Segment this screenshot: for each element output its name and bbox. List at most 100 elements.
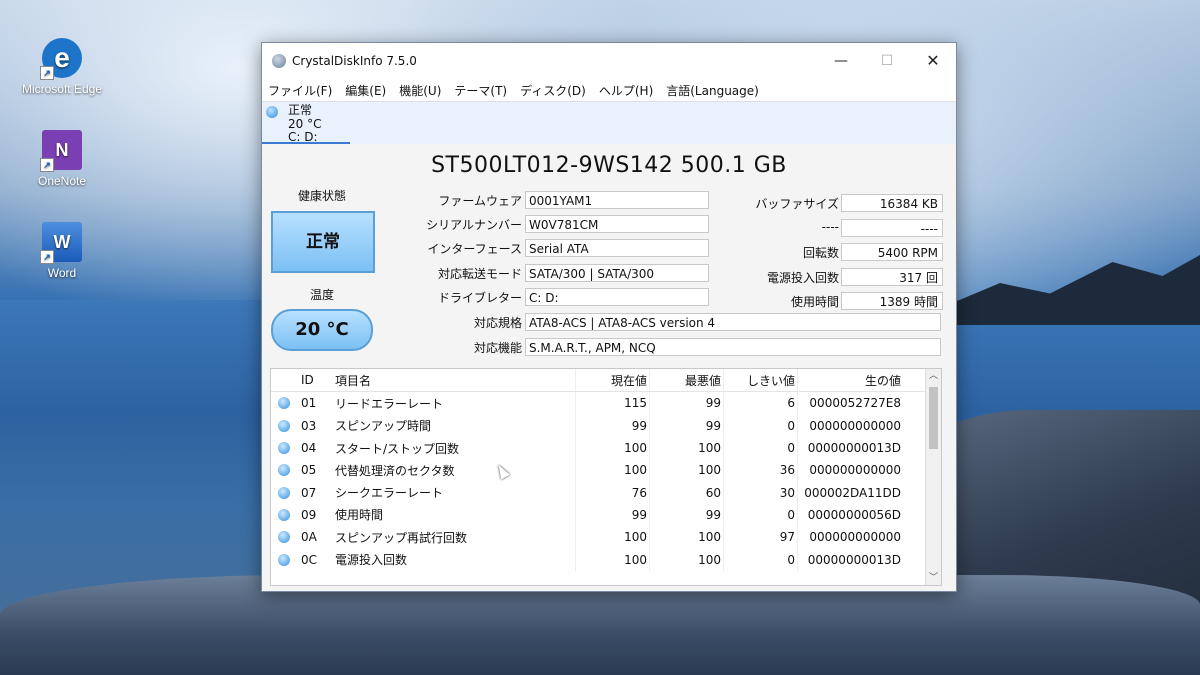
- status-good-icon: [278, 442, 290, 455]
- header-name[interactable]: 項目名: [335, 369, 576, 392]
- row-current: 100: [576, 459, 650, 482]
- table-row[interactable]: 01 リードエラーレート 115 99 6 0000052727E8: [271, 392, 941, 415]
- row-raw: 00000000013D: [807, 552, 901, 567]
- scroll-thumb[interactable]: [929, 387, 938, 449]
- row-worst: 60: [650, 481, 724, 504]
- row-raw: 000002DA11DD: [804, 485, 901, 500]
- row-worst: 99: [650, 503, 724, 527]
- row-raw: 00000000056D: [807, 507, 901, 522]
- row-worst: 99: [650, 414, 724, 437]
- header-raw[interactable]: 生の値: [798, 372, 905, 389]
- row-threshold: 0: [724, 503, 798, 527]
- minimize-button[interactable]: —: [818, 43, 864, 79]
- window-title: CrystalDiskInfo 7.5.0: [292, 54, 417, 68]
- status-good-icon: [278, 486, 290, 499]
- table-row[interactable]: 07 シークエラーレート 76 60 30 000002DA11DD: [271, 481, 941, 504]
- menu-function[interactable]: 機能(U): [399, 82, 441, 99]
- firmware-value: 0001YAM1: [525, 191, 709, 209]
- row-threshold: 0: [724, 548, 798, 571]
- maximize-button[interactable]: ☐: [864, 43, 910, 79]
- desktop-icon-label: Word: [47, 266, 77, 280]
- table-row[interactable]: 0C 電源投入回数 100 100 0 00000000013D: [271, 548, 941, 571]
- drive-tab-temp: 20 °C: [288, 117, 322, 131]
- drive-tab[interactable]: 正常 20 °C C: D:: [262, 101, 956, 144]
- drive-letter-value: C: D:: [525, 288, 709, 306]
- row-name: スピンアップ時間: [335, 414, 576, 437]
- desktop-icon-word[interactable]: W ↗ Word: [12, 222, 112, 280]
- buffer-size-label: バッファサイズ: [755, 197, 839, 211]
- firmware-label: ファームウェア: [438, 194, 522, 208]
- row-name: リードエラーレート: [335, 392, 576, 415]
- table-row[interactable]: 04 スタート/ストップ回数 100 100 0 00000000013D: [271, 436, 941, 460]
- power-on-count-label: 電源投入回数: [766, 271, 839, 285]
- row-current: 100: [576, 436, 650, 460]
- disk-model-title: ST500LT012-9WS142 500.1 GB: [431, 153, 787, 178]
- menu-language[interactable]: 言語(Language): [666, 82, 759, 99]
- blank-label: ----: [821, 220, 839, 234]
- header-current[interactable]: 現在値: [576, 369, 650, 392]
- health-status-button[interactable]: 正常: [271, 211, 375, 273]
- table-row[interactable]: 05 代替処理済のセクタ数 100 100 36 000000000000: [271, 459, 941, 482]
- shortcut-arrow-icon: ↗: [40, 158, 54, 172]
- menu-edit[interactable]: 編集(E): [345, 82, 386, 99]
- rotation-label: 回転数: [802, 246, 839, 260]
- row-current: 100: [576, 548, 650, 571]
- row-name: スピンアップ再試行回数: [335, 526, 576, 549]
- temperature-value: 20 °C: [271, 309, 373, 351]
- standard-value: ATA8-ACS | ATA8-ACS version 4: [525, 313, 941, 331]
- scroll-up-icon[interactable]: ︿: [926, 369, 941, 383]
- row-id: 0C: [301, 552, 318, 567]
- menu-bar: ファイル(F) 編集(E) 機能(U) テーマ(T) ディスク(D) ヘルプ(H…: [262, 79, 956, 101]
- menu-disk[interactable]: ディスク(D): [520, 82, 586, 99]
- menu-file[interactable]: ファイル(F): [268, 82, 332, 99]
- row-name: 代替処理済のセクタ数: [335, 459, 576, 482]
- row-threshold: 6: [724, 392, 798, 415]
- header-id[interactable]: ID: [297, 373, 335, 387]
- row-id: 03: [301, 418, 317, 433]
- header-worst[interactable]: 最悪値: [650, 369, 724, 392]
- crystaldiskinfo-app-icon: [272, 54, 286, 68]
- row-current: 115: [576, 392, 650, 415]
- row-threshold: 97: [724, 526, 798, 549]
- row-threshold: 0: [724, 414, 798, 437]
- row-raw: 000000000000: [809, 418, 901, 433]
- desktop-icon-edge[interactable]: e ↗ Microsoft Edge: [12, 38, 112, 96]
- row-raw: 00000000013D: [807, 441, 901, 456]
- table-row[interactable]: 09 使用時間 99 99 0 00000000056D: [271, 503, 941, 527]
- row-worst: 100: [650, 459, 724, 482]
- close-button[interactable]: ✕: [910, 43, 956, 79]
- desktop-icon-onenote[interactable]: N ↗ OneNote: [12, 130, 112, 188]
- menu-help[interactable]: ヘルプ(H): [599, 82, 653, 99]
- row-threshold: 30: [724, 481, 798, 504]
- rotation-value: 5400 RPM: [841, 243, 943, 261]
- row-id: 01: [301, 396, 317, 411]
- table-scrollbar[interactable]: ︿ ﹀: [925, 369, 941, 585]
- row-name: 電源投入回数: [335, 548, 576, 571]
- transfer-mode-value: SATA/300 | SATA/300: [525, 264, 709, 282]
- row-threshold: 0: [724, 436, 798, 460]
- row-current: 100: [576, 526, 650, 549]
- row-worst: 99: [650, 392, 724, 415]
- standard-label: 対応規格: [473, 316, 522, 330]
- table-row[interactable]: 03 スピンアップ時間 99 99 0 000000000000: [271, 414, 941, 437]
- serial-value: W0V781CM: [525, 215, 709, 233]
- row-threshold: 36: [724, 459, 798, 482]
- table-row[interactable]: 0A スピンアップ再試行回数 100 100 97 000000000000: [271, 526, 941, 549]
- row-current: 76: [576, 481, 650, 504]
- scroll-down-icon[interactable]: ﹀: [926, 571, 941, 585]
- title-bar[interactable]: CrystalDiskInfo 7.5.0 — ☐ ✕: [262, 43, 956, 79]
- row-name: シークエラーレート: [335, 481, 576, 504]
- header-threshold[interactable]: しきい値: [724, 369, 798, 392]
- interface-label: インターフェース: [427, 242, 522, 256]
- row-worst: 100: [650, 436, 724, 460]
- tab-selected-indicator: [262, 142, 350, 144]
- desktop-icon-label: OneNote: [37, 174, 87, 188]
- status-good-icon: [278, 553, 290, 566]
- serial-label: シリアルナンバー: [426, 218, 522, 232]
- onenote-icon: N ↗: [40, 130, 82, 172]
- menu-theme[interactable]: テーマ(T): [454, 82, 507, 99]
- drive-letter-label: ドライブレター: [437, 291, 522, 305]
- row-worst: 100: [650, 548, 724, 571]
- smart-attributes-table[interactable]: ID 項目名 現在値 最悪値 しきい値 生の値 01 リードエラーレート 115…: [270, 368, 942, 586]
- status-good-icon: [278, 508, 290, 521]
